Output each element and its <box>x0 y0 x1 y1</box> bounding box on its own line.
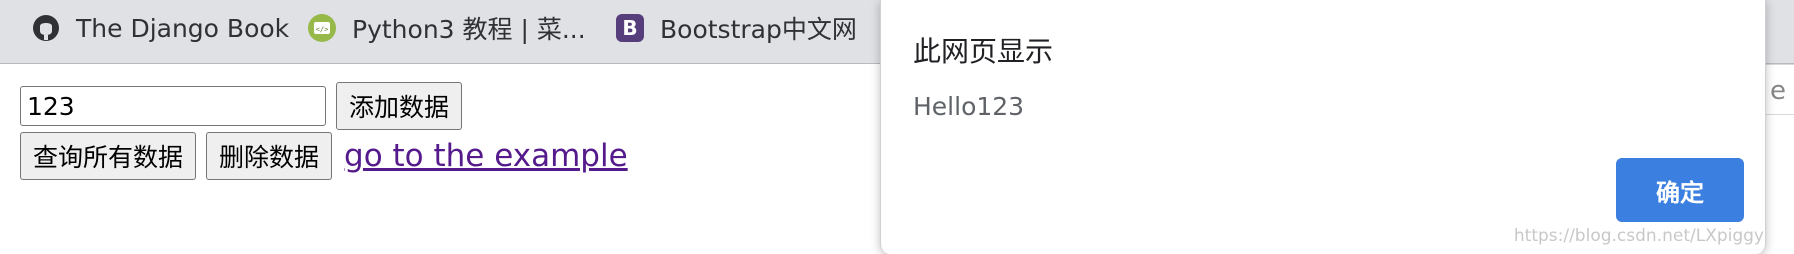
underlying-page-edge: e <box>1766 64 1794 254</box>
dialog-message: Hello123 <box>913 92 1025 121</box>
browser-window: The Django Book </> Python3 教程 | 菜... B … <box>0 0 1794 254</box>
ok-button[interactable]: 确定 <box>1616 158 1744 222</box>
delete-data-button[interactable]: 删除数据 <box>206 132 333 180</box>
bookmark-label: Python3 教程 | 菜... <box>352 15 586 44</box>
edge-text: e <box>1770 76 1786 106</box>
dialog-title: 此网页显示 <box>913 35 1054 68</box>
svg-text:B: B <box>622 16 637 40</box>
svg-text:</>: </> <box>316 26 329 34</box>
add-data-button[interactable]: 添加数据 <box>336 82 463 130</box>
bookmark-python3-tutorial[interactable]: </> Python3 教程 | 菜... <box>306 12 586 44</box>
bootstrap-icon: B <box>614 12 646 44</box>
bookmark-label: Bootstrap中文网 <box>660 15 857 44</box>
bookmark-label: The Django Book <box>76 13 290 43</box>
divider <box>1766 114 1794 115</box>
bookmark-bootstrap[interactable]: B Bootstrap中文网 <box>614 12 857 44</box>
example-link[interactable]: go to the example <box>344 138 628 174</box>
query-all-button[interactable]: 查询所有数据 <box>20 132 197 180</box>
bookmark-django-book[interactable]: The Django Book <box>30 12 289 44</box>
divider <box>1766 64 1794 65</box>
runoob-icon: </> <box>306 12 338 44</box>
watermark: https://blog.csdn.net/LXpiggy <box>1513 226 1764 246</box>
data-input[interactable] <box>20 86 326 126</box>
add-row: 添加数据 <box>20 82 463 130</box>
alert-dialog: 此网页显示 Hello123 确定 <box>880 0 1766 254</box>
github-icon <box>30 12 62 44</box>
actions-row: 查询所有数据 删除数据 go to the example <box>20 132 628 180</box>
